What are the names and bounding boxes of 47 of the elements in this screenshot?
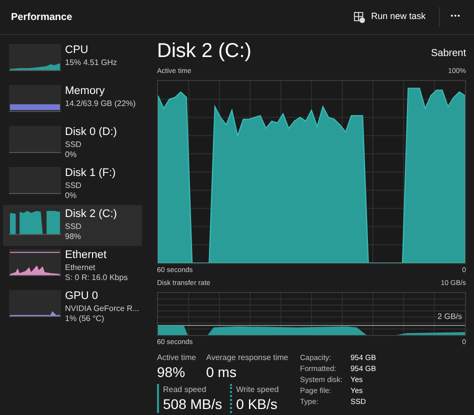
sidebar-item[interactable]: Memory 14.2/63.9 GB (22%) — [3, 82, 142, 123]
stat-value: 0 KB/s — [236, 396, 278, 413]
usage-graph-thumbnail — [9, 208, 61, 235]
device-detail: SSD — [65, 222, 82, 232]
page-title: Performance — [11, 10, 72, 24]
sidebar-item[interactable]: Disk 0 (D:) SSD 0% — [3, 123, 142, 164]
disk-model: Sabrent — [430, 47, 466, 61]
stat-value: 98% — [157, 364, 186, 382]
usage-graph-thumbnail — [9, 126, 61, 153]
device-name: CPU — [65, 44, 90, 58]
usage-graph-thumbnail — [9, 249, 61, 276]
device-detail: 14.2/63.9 GB (22%) — [65, 98, 136, 109]
disk-title: Disk 2 (C:) — [157, 41, 252, 61]
stat-label: Read speed — [163, 384, 208, 396]
usage-graph-thumbnail — [9, 167, 61, 194]
stat-label: Active time — [157, 352, 196, 364]
usage-graph-thumbnail — [9, 44, 61, 71]
sidebar-item[interactable]: Disk 1 (F:) SSD 0% — [3, 164, 142, 205]
sidebar-item[interactable]: Disk 2 (C:) SSD 98% — [3, 205, 142, 246]
device-detail: 0% — [65, 190, 78, 201]
usage-graph-thumbnail — [9, 290, 61, 317]
device-name: Memory — [65, 85, 106, 99]
device-detail: SSD — [65, 140, 82, 150]
stat-value: 0 ms — [206, 364, 238, 382]
device-detail: 15% 4.51 GHz — [65, 58, 118, 68]
device-detail: 0% — [65, 150, 78, 160]
stat-label: Write speed — [236, 384, 279, 396]
axis-label: 2 GB/s — [438, 312, 462, 320]
device-name: Disk 1 (F:) — [65, 167, 116, 181]
device-name: Disk 0 (D:) — [65, 126, 117, 140]
usage-graph-thumbnail — [9, 85, 61, 112]
device-detail: Ethernet — [65, 262, 96, 273]
stat-label: Average response time — [206, 352, 288, 364]
device-name: GPU 0 — [65, 290, 100, 304]
device-name: Ethernet — [65, 249, 108, 263]
device-detail: SSD — [65, 180, 82, 191]
run-new-task-button[interactable]: Run new task — [350, 7, 430, 27]
sidebar-item[interactable]: CPU 15% 4.51 GHz — [3, 41, 142, 82]
window-add-icon — [354, 12, 366, 22]
device-detail: 1% (56 °C) — [65, 314, 106, 324]
device-detail: 98% — [65, 232, 82, 242]
device-detail: NVIDIA GeForce R... — [65, 304, 140, 314]
device-name: Disk 2 (C:) — [65, 208, 117, 222]
sidebar-item[interactable]: Ethernet Ethernet S: 0 R: 16.0 Kbps — [3, 246, 142, 287]
device-detail: S: 0 R: 16.0 Kbps — [65, 272, 128, 283]
stat-value: 508 MB/s — [163, 396, 222, 413]
sidebar-item[interactable]: GPU 0 NVIDIA GeForce R... 1% (56 °C) — [3, 287, 142, 328]
